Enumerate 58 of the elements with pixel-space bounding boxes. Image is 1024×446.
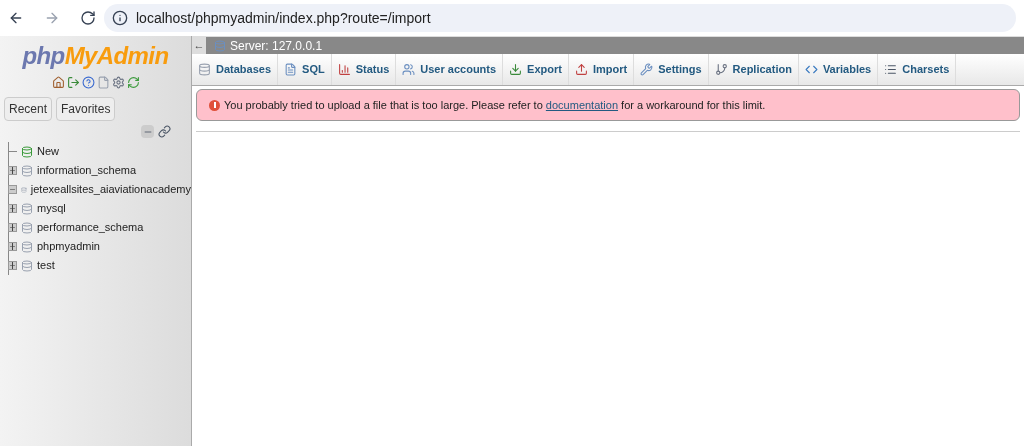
link-icon[interactable] [158,125,171,138]
nav-tab[interactable]: SQL [278,54,332,85]
documentation-link[interactable]: documentation [545,98,619,111]
logo[interactable]: phpMyAdmin [0,44,191,68]
expand-icon[interactable] [8,223,17,232]
database-link[interactable]: New [37,143,59,160]
nav-tab[interactable]: Replication [708,54,799,85]
new-database-icon [21,145,33,158]
error-text: You probably tried to upload a file that is too large. Please refer to documentation for a workaround for this limit. [224,97,766,113]
database-icon [21,164,33,177]
back-icon[interactable] [8,10,24,26]
collapse-button[interactable]: ← [192,37,206,54]
bar-chart-icon [337,63,351,76]
database-link[interactable]: information_schema [37,162,137,179]
database-icon [21,259,33,272]
nav-tab[interactable]: Variables [798,54,879,85]
error-icon [209,99,220,111]
nav-tab[interactable]: Charsets [878,54,957,85]
expand-icon[interactable] [8,261,17,270]
wrench-icon [640,63,654,76]
address-bar[interactable]: localhost/phpmyadmin/index.php?route=/import [104,4,1016,32]
nav-tab[interactable]: User accounts [396,54,504,85]
server-breadcrumb[interactable]: Server: 127.0.0.1 [230,36,323,55]
expand-icon[interactable] [8,242,17,251]
database-link[interactable]: phpmyadmin [37,238,100,255]
nav-tab[interactable]: Import [568,54,635,85]
home-icon[interactable] [51,76,65,89]
nav-tab[interactable]: Settings [634,54,709,85]
database-icon [21,221,33,234]
reload-icon[interactable] [80,10,96,26]
database-link[interactable]: mysql [37,200,66,217]
upload-icon [574,63,588,76]
sidebar-tab[interactable]: Favorites [56,97,116,121]
download-icon [509,63,523,76]
branch-icon [714,63,728,76]
expand-icon[interactable] [8,166,17,175]
exit-icon[interactable] [66,76,80,89]
info-icon[interactable] [112,10,128,26]
collapse-icon[interactable] [8,185,17,194]
url-text: localhost/phpmyadmin/index.php?route=/import [136,8,431,28]
database-icon [21,202,33,215]
document-icon [284,63,298,76]
list-icon [884,63,898,76]
sidebar-tab[interactable]: Recent [4,97,53,121]
nav-tab[interactable]: Export [503,54,569,85]
database-link[interactable]: jetexeallsites_aiaviationacademy [30,181,191,198]
settings-icon[interactable] [111,76,125,89]
help-icon[interactable] [81,76,95,89]
code-icon [804,63,818,76]
database-icon [21,240,33,253]
expand-icon[interactable] [8,204,17,213]
database-icon [198,63,211,76]
database-link[interactable]: test [37,257,55,274]
nav-tab[interactable]: Status [331,54,397,85]
server-icon [214,39,226,52]
users-icon [402,63,416,76]
nav-tab[interactable]: Databases [192,54,279,85]
database-link[interactable]: performance_schema [37,219,144,236]
